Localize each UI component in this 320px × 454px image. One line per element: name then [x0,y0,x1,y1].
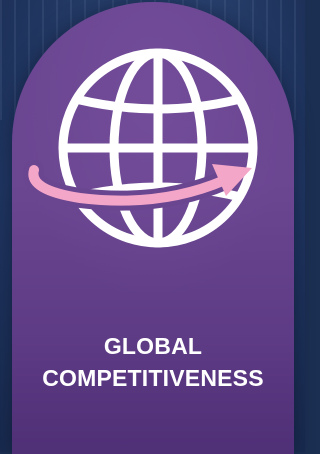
globe-with-arrow-icon [23,48,258,248]
badge-title-line2: COMPETITIVENESS [42,365,264,391]
badge-title: GLOBAL COMPETITIVENESS [12,330,294,394]
badge-title-line1: GLOBAL [103,333,203,359]
